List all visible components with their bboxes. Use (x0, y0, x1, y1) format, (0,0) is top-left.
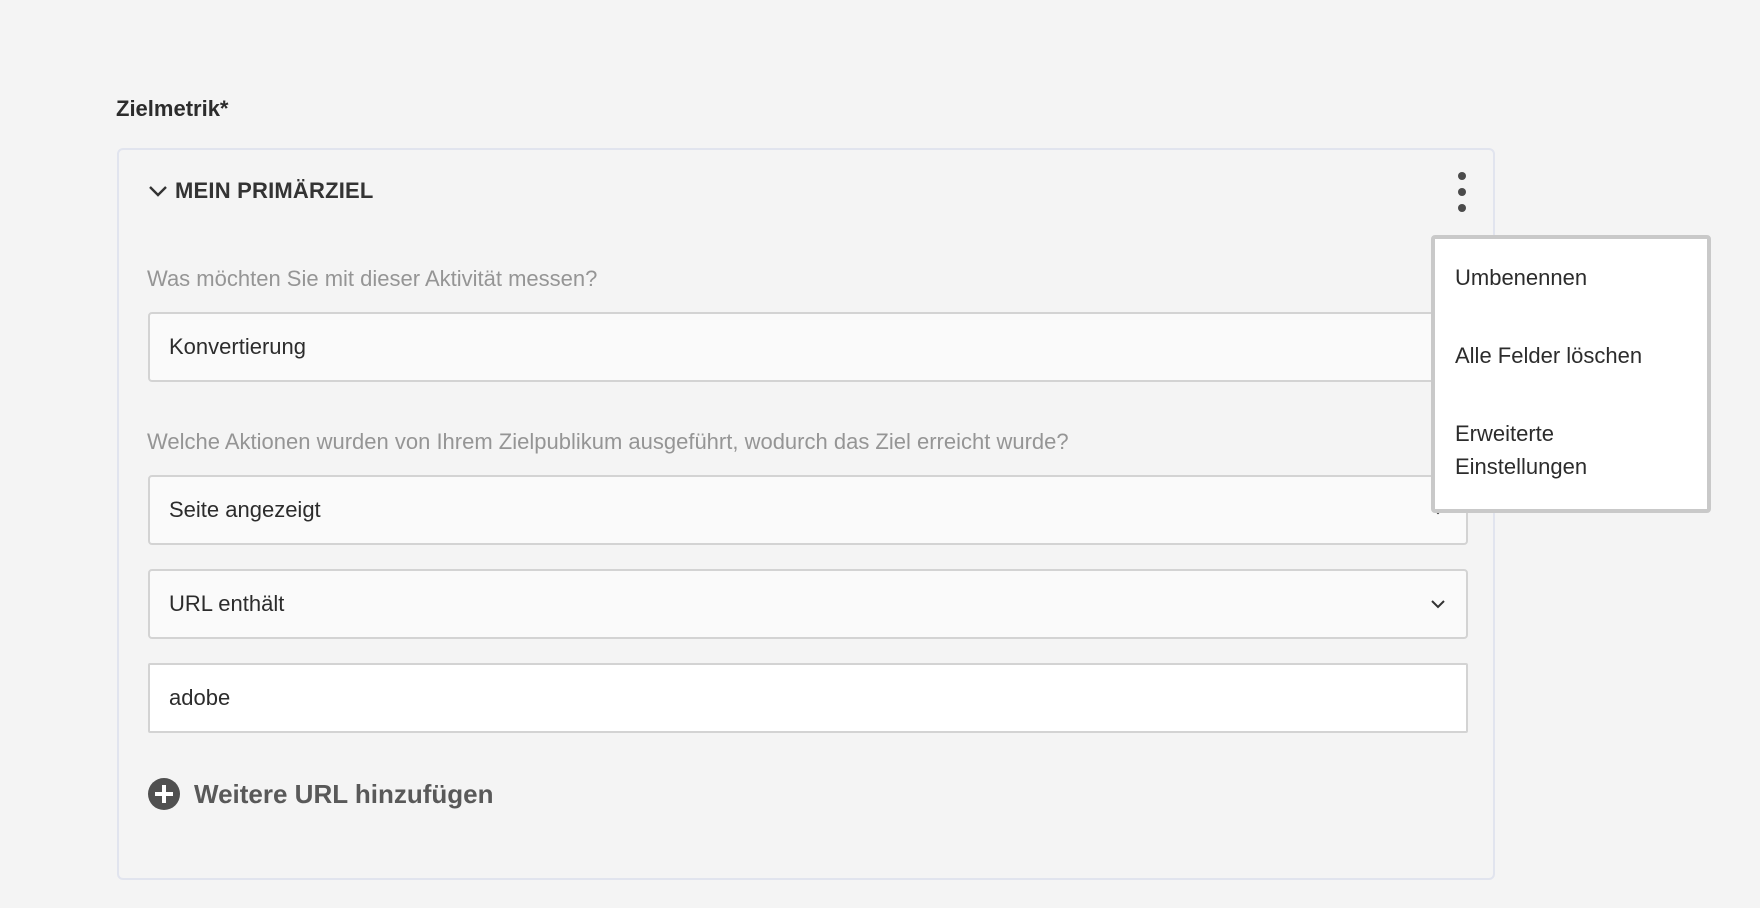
chevron-down-icon[interactable] (147, 180, 169, 202)
action-question: Welche Aktionen wurden von Ihrem Zielpub… (147, 429, 1069, 454)
section-label: Zielmetrik* (116, 96, 229, 121)
chevron-down-icon (1428, 594, 1448, 614)
goal-header[interactable]: MEIN PRIMÄRZIEL (147, 178, 374, 204)
menu-item-advanced-settings[interactable]: Erweiterte Einstellungen (1455, 417, 1675, 483)
measure-select-value: Konvertierung (169, 334, 306, 359)
add-circle-icon (148, 778, 180, 810)
measure-select[interactable]: Konvertierung (148, 312, 1468, 382)
goal-card: MEIN PRIMÄRZIEL Was möchten Sie mit dies… (117, 148, 1495, 880)
more-vertical-icon[interactable] (1451, 172, 1473, 212)
goal-options-menu: Umbenennen Alle Felder löschen Erweitert… (1431, 235, 1711, 513)
goal-title: MEIN PRIMÄRZIEL (175, 178, 374, 203)
add-url-label: Weitere URL hinzufügen (194, 778, 494, 809)
measure-question: Was möchten Sie mit dieser Aktivität mes… (147, 266, 598, 291)
menu-item-clear-fields[interactable]: Alle Felder löschen (1455, 339, 1675, 372)
action-select-value: Seite angezeigt (169, 497, 321, 522)
menu-item-rename[interactable]: Umbenennen (1455, 261, 1675, 294)
url-input-value: adobe (169, 685, 231, 710)
add-url-button[interactable]: Weitere URL hinzufügen (148, 778, 494, 810)
url-condition-select[interactable]: URL enthält (148, 569, 1468, 639)
action-select[interactable]: Seite angezeigt (148, 475, 1468, 545)
url-input[interactable]: adobe (148, 663, 1468, 733)
url-condition-value: URL enthält (169, 591, 285, 616)
